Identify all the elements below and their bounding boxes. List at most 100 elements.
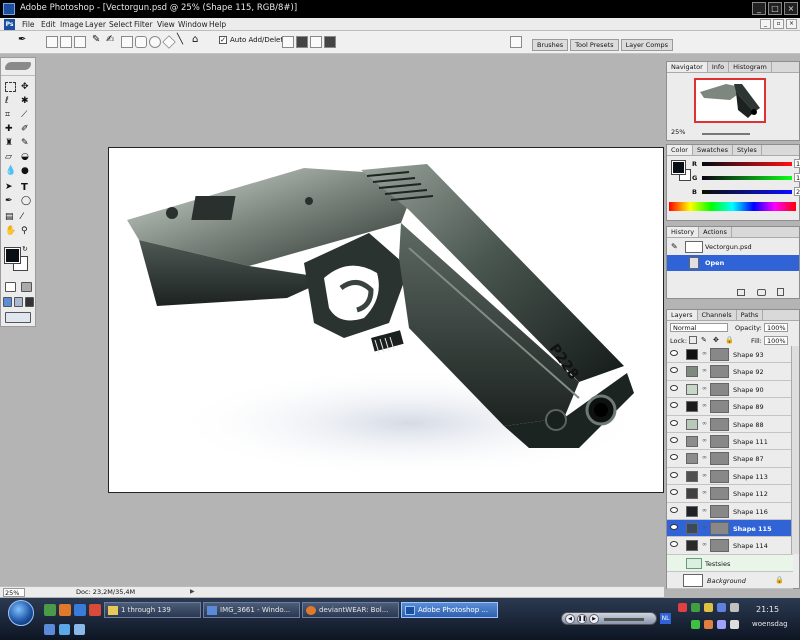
visibility-eye-icon[interactable] [670, 524, 678, 530]
layer-group-testsies[interactable]: Testsies [667, 555, 793, 573]
tab-channels[interactable]: Channels [698, 310, 737, 320]
layer-fill-swatch[interactable] [686, 383, 698, 395]
brush-tool-icon[interactable]: ✐ [21, 124, 32, 134]
tray-icon-1[interactable] [678, 603, 687, 612]
slice-tool-icon[interactable]: ⟋ [21, 110, 32, 120]
line-tool-icon[interactable]: ╲ [177, 34, 189, 46]
standard-screen-mode-button[interactable] [3, 297, 12, 307]
tab-histogram[interactable]: Histogram [729, 62, 772, 72]
media-volume-slider[interactable] [604, 618, 644, 621]
fill-field[interactable]: 100% [764, 336, 788, 345]
new-document-from-state-icon[interactable] [737, 289, 745, 296]
vector-mask-thumbnail[interactable] [710, 348, 729, 361]
tab-actions[interactable]: Actions [699, 227, 732, 237]
freeform-pen-icon[interactable]: ✍ [106, 34, 118, 46]
layer-fill-swatch[interactable] [686, 401, 698, 413]
history-brush-source-icon[interactable]: ✎ [671, 242, 678, 251]
vector-mask-thumbnail[interactable] [710, 400, 729, 414]
quicklaunch-app-icon-4[interactable] [74, 624, 85, 635]
new-snapshot-icon[interactable] [757, 289, 766, 296]
firefox-icon[interactable] [59, 604, 71, 616]
link-icon[interactable]: ∞ [702, 489, 707, 496]
hand-tool-icon[interactable]: ✋ [5, 226, 16, 236]
tab-info[interactable]: Info [708, 62, 730, 72]
layer-fill-swatch[interactable] [686, 453, 698, 465]
menu-layer[interactable]: Layer [85, 20, 106, 29]
layer-row[interactable]: ∞ Shape 112 [667, 485, 793, 503]
magic-wand-tool-icon[interactable]: ✱ [21, 96, 32, 106]
menu-image[interactable]: Image [60, 20, 84, 29]
volume-icon[interactable] [730, 620, 739, 629]
lock-position-icon[interactable]: ✥ [713, 336, 719, 344]
quick-mask-mode-button[interactable] [21, 282, 32, 292]
minimize-button[interactable]: _ [752, 2, 766, 15]
ie-icon[interactable] [74, 604, 86, 616]
link-icon[interactable]: ∞ [702, 367, 707, 374]
fill-pixels-button[interactable] [74, 36, 86, 48]
eraser-tool-icon[interactable]: ▱ [5, 152, 16, 162]
menu-filter[interactable]: Filter [134, 20, 153, 29]
fullscreen-menu-mode-button[interactable] [14, 297, 23, 307]
ellipse-tool-button[interactable] [149, 36, 161, 48]
jump-to-imageready-button[interactable] [5, 312, 31, 323]
paths-button[interactable] [60, 36, 72, 48]
doc-restore-button[interactable]: ▫ [773, 19, 784, 29]
link-icon[interactable]: ∞ [702, 541, 707, 548]
link-icon[interactable]: ∞ [702, 507, 707, 514]
doc-minimize-button[interactable]: _ [760, 19, 771, 29]
vector-mask-thumbnail[interactable] [710, 487, 729, 501]
path-subtract-button[interactable] [296, 36, 308, 48]
link-icon[interactable]: ∞ [702, 350, 707, 357]
tray-icon-7[interactable] [704, 620, 713, 629]
fullscreen-mode-button[interactable] [25, 297, 34, 307]
tab-color[interactable]: Color [667, 145, 693, 155]
history-snapshot[interactable]: ✎ Vectorgun.psd [667, 239, 799, 255]
visibility-eye-icon[interactable] [670, 367, 678, 374]
layers-scrollbar[interactable] [791, 346, 799, 554]
media-next-icon[interactable]: ▶ [589, 614, 599, 624]
well-tab-brushes[interactable]: Brushes [532, 39, 569, 51]
link-icon[interactable]: ∞ [702, 420, 707, 427]
lock-transparency-icon[interactable] [689, 336, 697, 344]
rounded-rectangle-tool-button[interactable] [135, 36, 147, 48]
paint-bucket-tool-icon[interactable]: ◒ [21, 152, 32, 162]
tray-icon-5[interactable] [730, 603, 739, 612]
visibility-eye-icon[interactable] [670, 489, 678, 496]
layer-row[interactable]: ∞ Shape 93 [667, 346, 793, 364]
visibility-eye-icon[interactable] [670, 454, 678, 461]
history-state-open[interactable]: Open [667, 255, 799, 271]
tray-icon-2[interactable] [691, 603, 700, 612]
layer-row[interactable]: ∞ Shape 87 [667, 450, 793, 468]
vector-mask-thumbnail[interactable] [710, 452, 729, 466]
menu-view[interactable]: View [157, 20, 175, 29]
quicklaunch-app-icon[interactable] [89, 604, 101, 616]
quicklaunch-app-icon-3[interactable] [59, 624, 70, 635]
layer-fill-swatch[interactable] [686, 418, 698, 430]
link-icon[interactable]: ∞ [702, 437, 707, 444]
visibility-eye-icon[interactable] [670, 384, 678, 391]
move-tool-icon[interactable]: ✥ [21, 82, 32, 92]
tray-icon-6[interactable] [691, 620, 700, 629]
close-button[interactable]: × [784, 2, 798, 15]
slider-b[interactable] [702, 190, 792, 194]
layer-row[interactable]: ∞ Shape 116 [667, 503, 793, 520]
link-icon[interactable]: ∞ [702, 472, 707, 479]
blur-tool-icon[interactable]: 💧 [5, 166, 16, 176]
vector-mask-thumbnail[interactable] [710, 539, 729, 553]
language-indicator[interactable]: NL [660, 613, 671, 624]
taskbar-task-4[interactable]: Adobe Photoshop ... [401, 602, 498, 618]
lock-all-icon[interactable]: 🔒 [725, 336, 734, 344]
status-menu-arrow-icon[interactable]: ▶ [190, 588, 195, 595]
layer-row[interactable]: ∞ Shape 90 [667, 381, 793, 399]
value-b[interactable]: 21 [794, 187, 800, 196]
ellipse-shape-tool-icon[interactable]: ◯ [21, 196, 32, 206]
vector-mask-thumbnail[interactable] [710, 435, 729, 448]
well-tab-layer-comps[interactable]: Layer Comps [620, 39, 674, 51]
quicklaunch-app-icon-2[interactable] [44, 624, 55, 635]
visibility-eye-icon[interactable] [670, 350, 678, 356]
layer-background[interactable]: Background 🔒 [667, 572, 793, 590]
document-canvas[interactable]: P228 [108, 147, 664, 493]
menu-edit[interactable]: Edit [41, 20, 56, 29]
value-r[interactable]: 10 [794, 159, 800, 168]
notes-tool-icon[interactable]: ▤ [5, 212, 16, 222]
